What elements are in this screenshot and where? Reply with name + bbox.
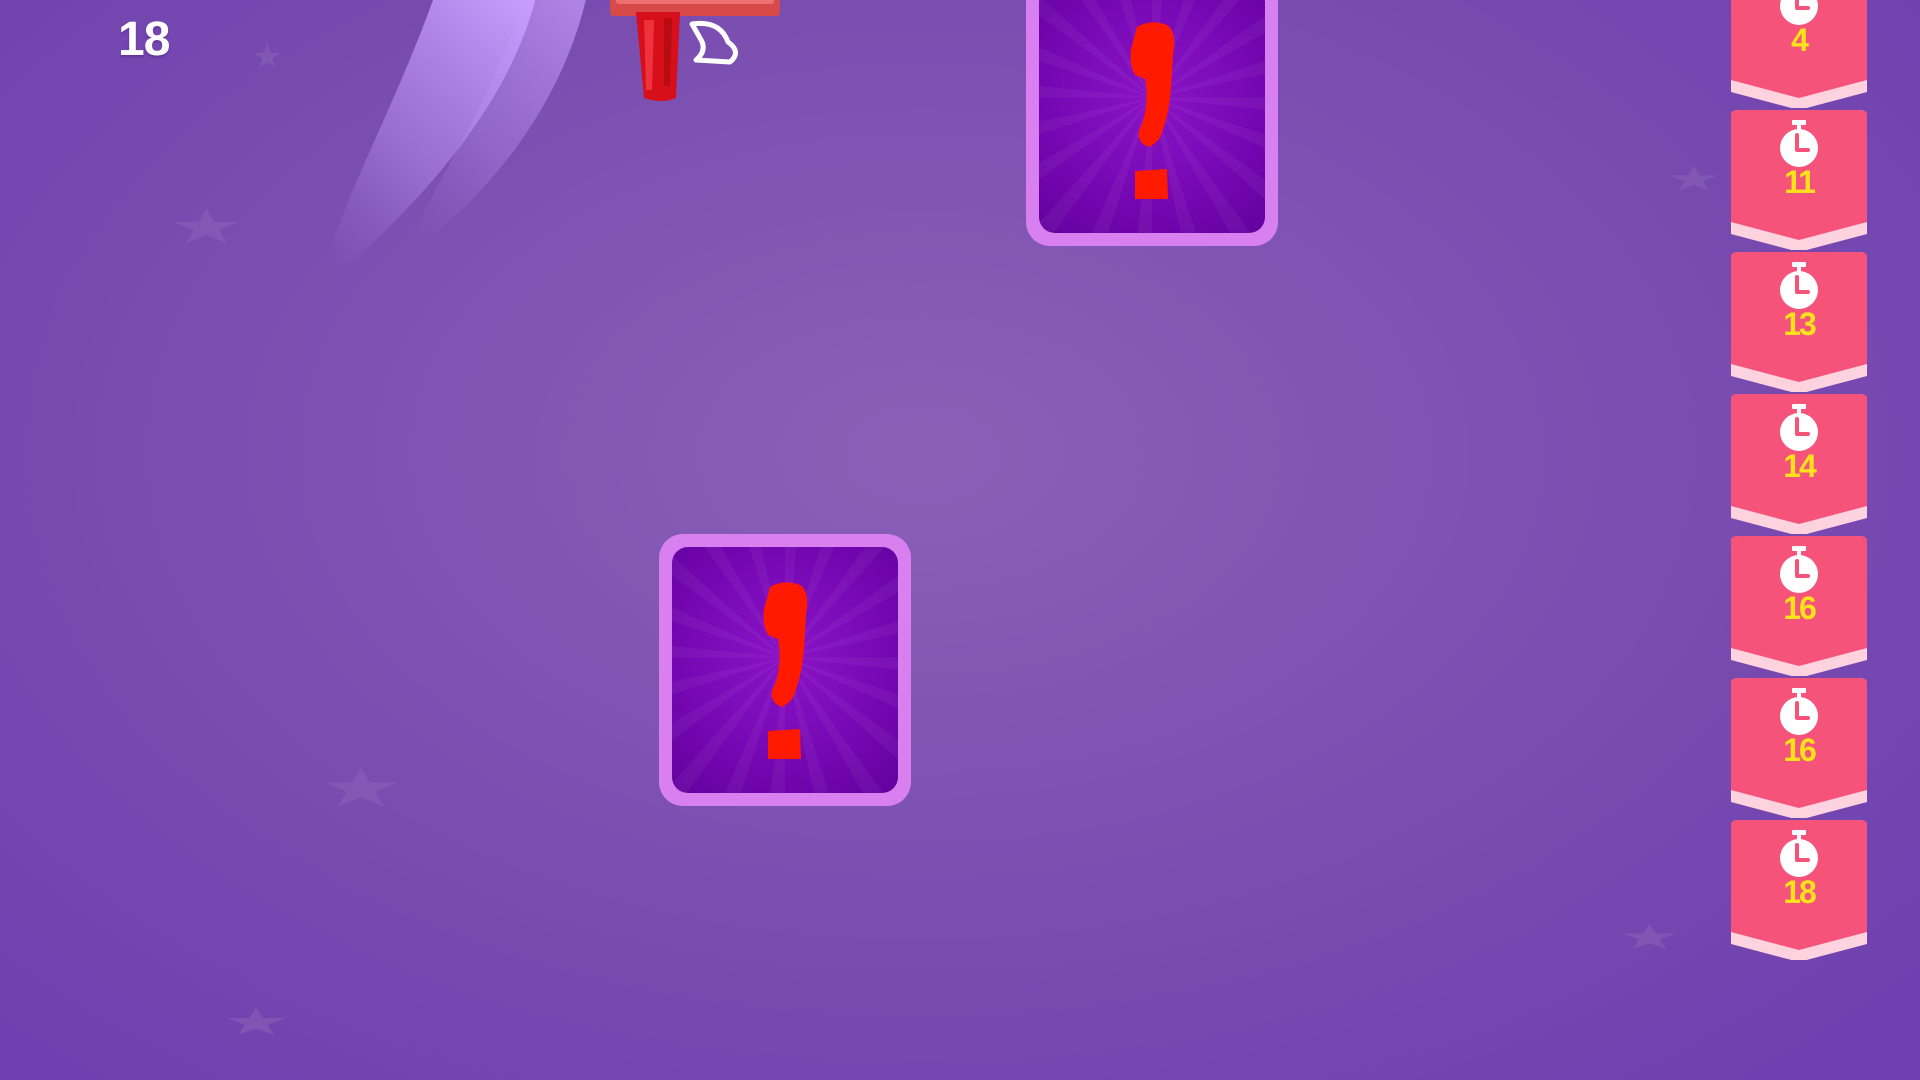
player-character bbox=[610, 0, 780, 101]
question-mark-icon bbox=[760, 579, 810, 761]
background-star-icon: ★ bbox=[222, 999, 291, 1044]
background-star-icon: ★ bbox=[1618, 916, 1681, 958]
level-timer-value: 11 bbox=[1784, 164, 1816, 200]
level-ribbon[interactable]: 4 bbox=[1731, 0, 1867, 108]
mystery-tile-face bbox=[1039, 0, 1265, 233]
level-ribbon[interactable]: 14 bbox=[1731, 394, 1867, 534]
level-ribbon[interactable]: 18 bbox=[1731, 820, 1867, 960]
score-counter: 18 bbox=[118, 13, 170, 66]
background-star-icon: ★ bbox=[1666, 158, 1722, 199]
level-timer-value: 16 bbox=[1783, 590, 1817, 626]
level-timer-value: 18 bbox=[1783, 874, 1817, 910]
question-mark-icon bbox=[1127, 19, 1177, 201]
level-ribbon[interactable]: 11 bbox=[1731, 110, 1867, 250]
level-timer-value: 4 bbox=[1791, 22, 1809, 58]
level-timer-value: 13 bbox=[1783, 306, 1817, 342]
level-ribbon[interactable]: 16 bbox=[1731, 536, 1867, 676]
background-star-icon: ★ bbox=[252, 37, 283, 77]
mystery-tile-top[interactable] bbox=[1026, 0, 1278, 246]
mystery-tile-bottom[interactable] bbox=[659, 534, 911, 806]
background-star-icon: ★ bbox=[318, 757, 405, 819]
level-timer-value: 14 bbox=[1783, 448, 1817, 484]
level-ribbon[interactable]: 16 bbox=[1731, 678, 1867, 818]
level-ribbon[interactable]: 13 bbox=[1731, 252, 1867, 392]
level-timer-list: 4 11 13 14 16 16 18 bbox=[1731, 0, 1867, 962]
motion-trail bbox=[320, 0, 586, 290]
background-star-icon: ★ bbox=[168, 199, 246, 255]
mystery-tile-face bbox=[672, 547, 898, 793]
level-timer-value: 16 bbox=[1783, 732, 1817, 768]
